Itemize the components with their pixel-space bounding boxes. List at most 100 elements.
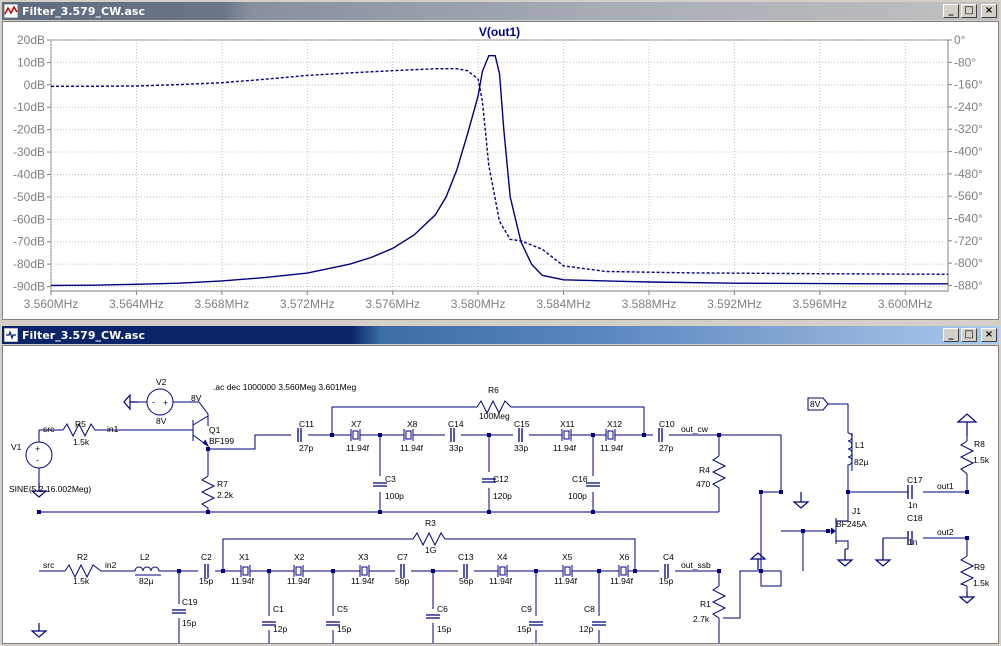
- label-src2: src: [43, 560, 55, 570]
- svg-text:+: +: [163, 398, 168, 408]
- label-l2: L2: [140, 552, 150, 562]
- y-tick-label: -90dB: [13, 280, 45, 294]
- label-c16: C16: [572, 474, 588, 484]
- label-c11-val: 27p: [299, 443, 313, 453]
- y-tick-label: -70dB: [13, 235, 45, 249]
- x-tick-label: 3.576MHz: [365, 297, 420, 311]
- y-tick-label: 10dB: [17, 55, 45, 69]
- label-r2-val: 1.5k: [73, 576, 90, 586]
- y-tick-label: -10dB: [13, 100, 45, 114]
- waveform-window-title: Filter_3.579_CW.asc: [22, 4, 145, 18]
- label-c6: C6: [437, 604, 448, 614]
- label-x2-val: 11.94f: [287, 576, 311, 586]
- label-j1-model: BF245A: [836, 519, 867, 529]
- label-c8: C8: [584, 604, 595, 614]
- schematic-window-title: Filter_3.579_CW.asc: [22, 328, 145, 342]
- label-r1-val: 2.7k: [693, 614, 710, 624]
- schematic-canvas[interactable]: + - - + .ac dec 1000000 3.560Meg 3.601Me…: [3, 346, 998, 643]
- label-c5: C5: [337, 604, 348, 614]
- close-button[interactable]: ×: [981, 4, 997, 18]
- sim-directive[interactable]: .ac dec 1000000 3.560Meg 3.601Meg: [213, 382, 356, 392]
- y2-tick-label: -800°: [954, 256, 983, 270]
- label-c8-val: 12p: [579, 624, 593, 634]
- waveform-titlebar[interactable]: Filter_3.579_CW.asc _ □ ×: [2, 2, 999, 20]
- y2-tick-label: -720°: [954, 234, 983, 248]
- label-l1: L1: [855, 440, 865, 450]
- label-x1-val: 11.94f: [231, 576, 255, 586]
- label-l2-val: 82µ: [139, 576, 153, 586]
- schematic-window: Filter_3.579_CW.asc _ □ × + - - + .ac de…: [0, 324, 1001, 646]
- label-c13-val: 56p: [459, 576, 473, 586]
- label-c4-val: 15p: [659, 576, 673, 586]
- voltage-source-v2[interactable]: - +: [138, 388, 174, 416]
- maximize-button[interactable]: □: [961, 328, 977, 342]
- minimize-button[interactable]: _: [943, 328, 959, 342]
- label-x6-val: 11.94f: [610, 576, 634, 586]
- label-c18-val: 1n: [908, 537, 918, 547]
- label-c9-val: 15p: [517, 624, 531, 634]
- label-out1: out1: [937, 481, 954, 491]
- label-q1: Q1: [209, 425, 221, 435]
- label-c18: C18: [907, 513, 923, 523]
- svg-text:-: -: [36, 455, 39, 465]
- label-c14-val: 33p: [449, 443, 463, 453]
- label-in2: in2: [105, 560, 117, 570]
- label-v2: V2: [156, 377, 167, 387]
- label-src1: src: [43, 424, 55, 434]
- label-c2: C2: [201, 552, 212, 562]
- label-c15-val: 33p: [514, 443, 528, 453]
- label-c12: C12: [493, 474, 509, 484]
- schematic-titlebar[interactable]: Filter_3.579_CW.asc _ □ ×: [2, 326, 999, 344]
- label-q1-supply: 8V: [191, 393, 202, 403]
- label-in1: in1: [107, 424, 119, 434]
- label-out-cw: out_cw: [681, 424, 709, 434]
- label-c10: C10: [659, 419, 675, 429]
- label-c4: C4: [663, 552, 674, 562]
- x-tick-label: 3.588MHz: [622, 297, 677, 311]
- x-tick-label: 3.580MHz: [451, 297, 506, 311]
- y2-tick-label: -240°: [954, 100, 983, 114]
- label-c14: C14: [448, 419, 464, 429]
- ground-symbols: [30, 393, 978, 638]
- label-x8: X8: [407, 419, 418, 429]
- x-tick-label: 3.592MHz: [707, 297, 762, 311]
- voltage-source-v1[interactable]: + -: [25, 439, 53, 471]
- label-c15: C15: [514, 419, 530, 429]
- label-x11-val: 11.94f: [553, 443, 577, 453]
- wires: [38, 401, 968, 643]
- label-c17-val: 1n: [908, 500, 918, 510]
- label-r6-val: 100Meg: [479, 411, 510, 421]
- y-tick-label: -40dB: [13, 167, 45, 181]
- x-tick-label: 3.568MHz: [195, 297, 250, 311]
- label-x4-val: 11.94f: [489, 576, 513, 586]
- label-x4: X4: [497, 552, 508, 562]
- label-c9: C9: [521, 604, 532, 614]
- label-c17: C17: [907, 475, 923, 485]
- label-x6: X6: [619, 552, 630, 562]
- transistor-q1[interactable]: [188, 415, 210, 448]
- label-x12: X12: [607, 419, 622, 429]
- label-c7-val: 56p: [395, 576, 409, 586]
- label-x8-val: 11.94f: [400, 443, 424, 453]
- minimize-button[interactable]: _: [943, 4, 959, 18]
- label-r9: R9: [974, 562, 985, 572]
- label-c12-val: 120p: [493, 491, 512, 501]
- label-c1: C1: [273, 604, 284, 614]
- y2-tick-label: -160°: [954, 78, 983, 92]
- maximize-button[interactable]: □: [961, 4, 977, 18]
- label-v1: V1: [11, 442, 22, 452]
- y2-tick-label: -640°: [954, 211, 983, 225]
- y2-tick-label: -400°: [954, 145, 983, 159]
- label-x5-val: 11.94f: [554, 576, 578, 586]
- schematic-labels: .ac dec 1000000 3.560Meg 3.601Meg V2 8V …: [9, 377, 990, 634]
- close-button[interactable]: ×: [981, 328, 997, 342]
- label-c6-val: 15p: [437, 624, 451, 634]
- y-tick-label: 20dB: [17, 33, 45, 47]
- label-x2: X2: [294, 552, 305, 562]
- y2-tick-label: 0°: [954, 33, 966, 47]
- schematic-app-icon: [4, 328, 18, 342]
- waveform-plot[interactable]: 20dB 10dB 0dB -10dB -20dB -30dB -40dB -50dB -60d…: [3, 22, 998, 319]
- label-r3-val: 1G: [425, 545, 436, 555]
- x-tick-label: 3.600MHz: [878, 297, 933, 311]
- label-c13: C13: [458, 552, 474, 562]
